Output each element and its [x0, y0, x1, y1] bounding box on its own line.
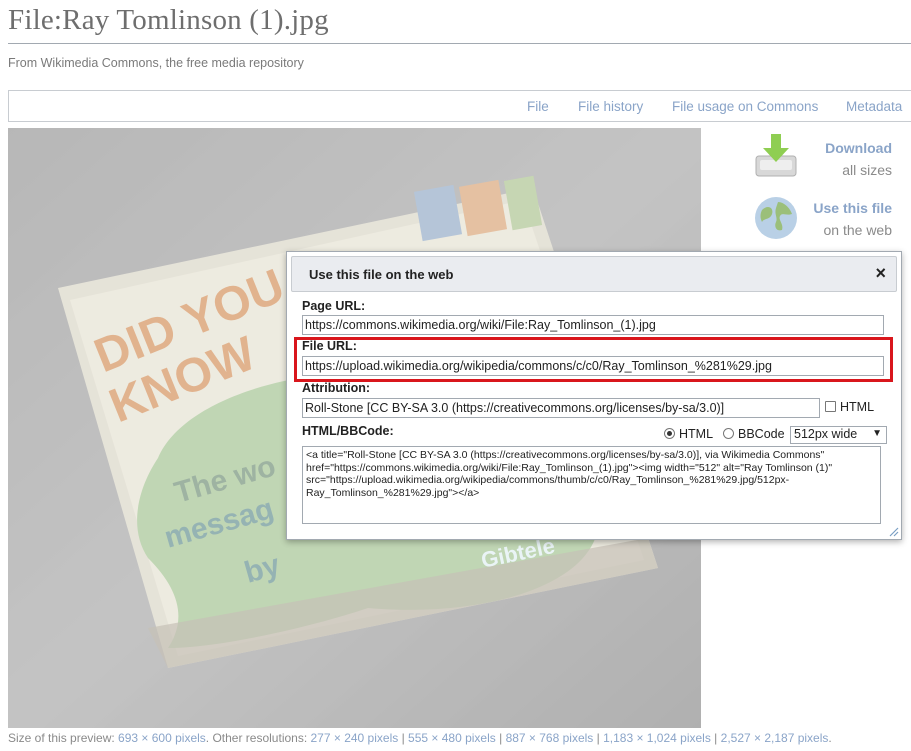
use-file-action[interactable]: Use this file on the web [752, 192, 902, 242]
resolution-link-5[interactable]: 2,527 × 2,187 pixels [721, 731, 829, 745]
footer-separator: | [495, 731, 506, 745]
dialog-title: Use this file on the web [309, 267, 454, 282]
resolution-link-4[interactable]: 1,183 × 1,024 pixels [603, 731, 711, 745]
radio-bbcode[interactable] [723, 428, 734, 439]
download-sublabel: all sizes [842, 162, 892, 178]
download-action[interactable]: Download all sizes [752, 132, 902, 182]
radio-bbcode-label: BBCode [738, 427, 785, 441]
embed-code-textarea[interactable]: <a title="Roll-Stone [CC BY-SA 3.0 (http… [302, 446, 881, 524]
file-tabs: File File history File usage on Commons … [8, 90, 911, 122]
close-icon[interactable]: × [875, 263, 886, 284]
footer-separator: | [593, 731, 604, 745]
footer-prefix: Size of this preview: [8, 731, 119, 745]
download-label[interactable]: Download [825, 140, 892, 156]
file-url-field[interactable] [302, 356, 884, 376]
tab-file[interactable]: File [527, 99, 549, 114]
preview-size-link[interactable]: 693 × 600 pixels [118, 731, 206, 745]
code-label: HTML/BBCode: [302, 424, 394, 438]
resize-grip-icon[interactable] [887, 525, 899, 537]
attribution-label: Attribution: [302, 381, 371, 395]
size-select-value: 512px wide [794, 427, 858, 441]
page-title: File:Ray Tomlinson (1).jpg [8, 4, 329, 36]
dialog-titlebar[interactable]: Use this file on the web × [291, 256, 897, 292]
site-tagline: From Wikimedia Commons, the free media r… [8, 56, 304, 70]
download-icon [755, 134, 797, 177]
chevron-down-icon: ▼ [872, 428, 882, 439]
resolution-link-3[interactable]: 887 × 768 pixels [506, 731, 594, 745]
title-divider [8, 43, 911, 44]
page-url-label: Page URL: [302, 299, 366, 313]
resolution-link-2[interactable]: 555 × 480 pixels [408, 731, 496, 745]
use-file-label[interactable]: Use this file [813, 200, 892, 216]
globe-icon [755, 197, 797, 239]
tab-file-history[interactable]: File history [578, 99, 643, 114]
use-file-sublabel: on the web [823, 222, 893, 238]
page-url-field[interactable] [302, 315, 884, 335]
size-select[interactable]: 512px wide ▼ [790, 426, 887, 444]
file-url-label: File URL: [302, 339, 357, 353]
radio-html[interactable] [664, 428, 675, 439]
attribution-html-label: HTML [840, 400, 875, 414]
use-file-dialog: Use this file on the web × Page URL: Fil… [286, 251, 902, 540]
tab-metadata[interactable]: Metadata [846, 99, 902, 114]
resolution-link-1[interactable]: 277 × 240 pixels [311, 731, 399, 745]
resolution-footer: Size of this preview: 693 × 600 pixels. … [8, 731, 832, 745]
footer-separator: | [398, 731, 409, 745]
footer-separator: | [710, 731, 721, 745]
attribution-field[interactable] [302, 398, 820, 418]
footer-other: . Other resolutions: [205, 731, 311, 745]
tab-file-usage[interactable]: File usage on Commons [672, 99, 818, 114]
radio-html-label: HTML [679, 427, 714, 441]
attribution-html-checkbox[interactable] [825, 401, 836, 412]
footer-end: . [828, 731, 832, 745]
